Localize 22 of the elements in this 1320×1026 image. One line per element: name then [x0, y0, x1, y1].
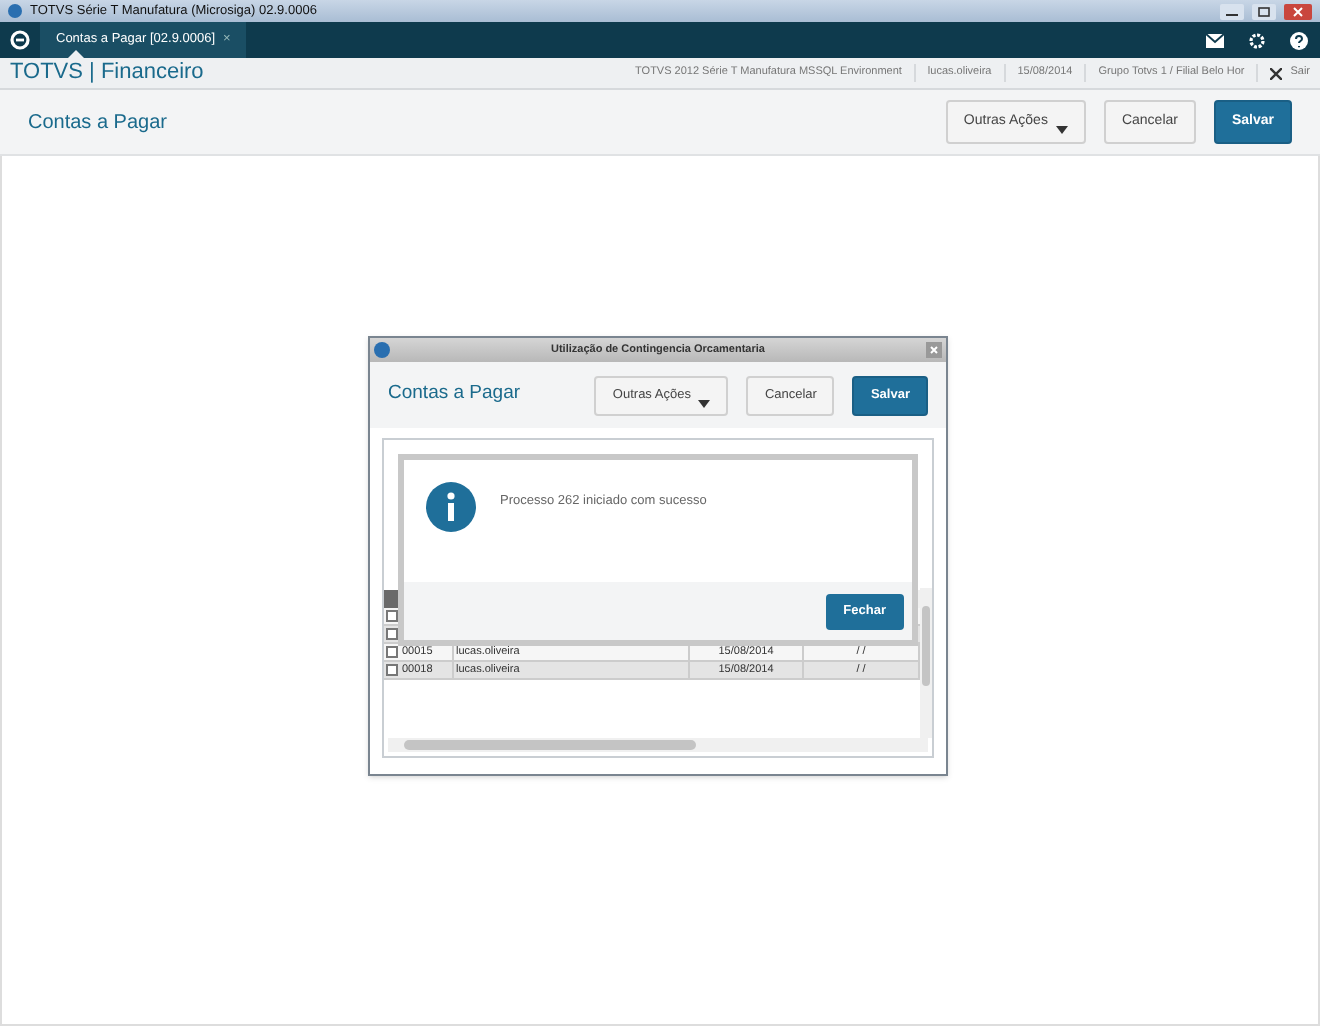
maximize-icon[interactable] — [1252, 3, 1276, 19]
app-icon — [374, 342, 390, 358]
close-icon[interactable] — [1284, 3, 1312, 19]
caret-icon — [1055, 126, 1068, 134]
caret-icon — [698, 399, 711, 407]
mail-icon[interactable] — [1206, 33, 1224, 47]
logo-icon — [10, 30, 30, 50]
horizontal-scrollbar[interactable] — [388, 738, 928, 752]
vertical-scrollbar[interactable] — [920, 588, 932, 739]
help-icon[interactable] — [1290, 31, 1308, 49]
row-checkbox[interactable] — [386, 664, 398, 677]
dialog-heading: Contas a Pagar — [388, 380, 523, 409]
brand-title: TOTVS | Financeiro — [10, 58, 204, 89]
settings-icon[interactable] — [1248, 31, 1266, 49]
close-icon[interactable] — [1270, 67, 1283, 79]
row-checkbox[interactable] — [386, 610, 398, 623]
row-checkbox[interactable] — [386, 628, 398, 641]
app-icon — [8, 4, 22, 18]
minimize-icon[interactable] — [1220, 3, 1244, 19]
page-title: Contas a Pagar — [28, 109, 169, 137]
row-checkbox[interactable] — [386, 646, 398, 659]
info-icon — [426, 482, 476, 532]
